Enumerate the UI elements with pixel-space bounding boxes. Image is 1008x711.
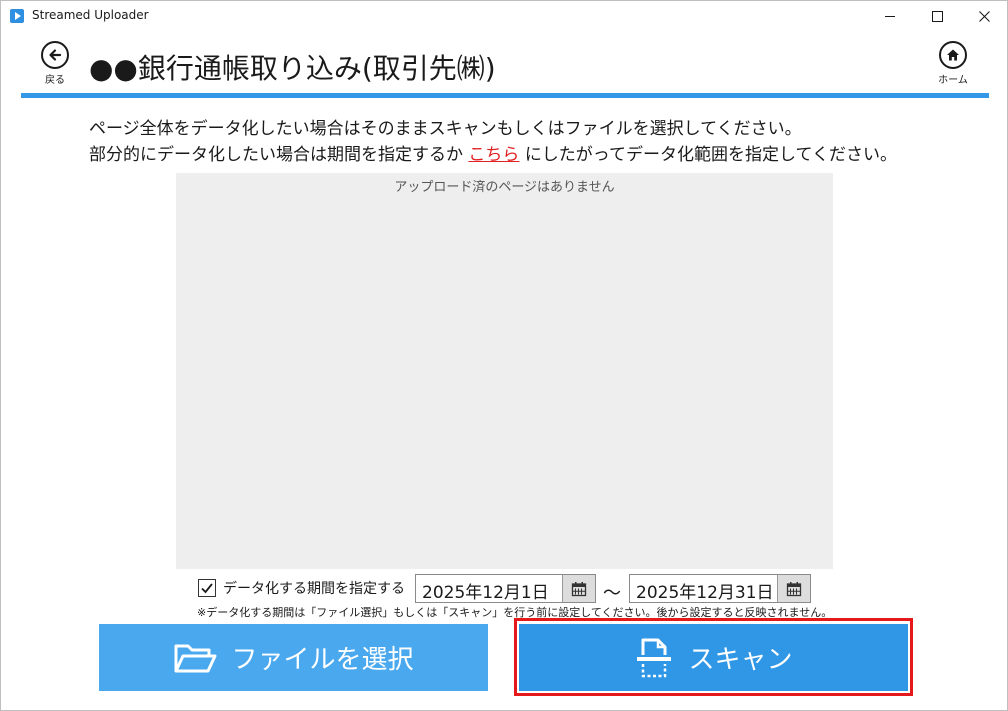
end-date-value[interactable]: 2025年12月31日	[636, 578, 774, 603]
date-range-separator: ～	[603, 583, 621, 604]
scanner-icon	[637, 638, 672, 677]
page-title: ●●銀行通帳取り込み(取引先㈱)	[89, 52, 496, 85]
close-button[interactable]	[961, 1, 1007, 31]
home-circle-icon	[939, 41, 967, 69]
app-window: Streamed Uploader 戻る ●●銀行通帳取り込み(取引先㈱) ホー…	[0, 0, 1008, 711]
instruction-text-after-link: にしたがってデータ化範囲を指定してください。	[524, 145, 897, 165]
instruction-line-1: ページ全体をデータ化したい場合はそのままスキャンもしくはファイルを選択してくださ…	[89, 119, 802, 139]
period-checkbox-label[interactable]: データ化する期間を指定する	[223, 578, 405, 598]
scan-button[interactable]: スキャン	[519, 624, 908, 691]
checkmark-icon	[201, 583, 213, 594]
start-date-value[interactable]: 2025年12月1日	[422, 578, 549, 603]
instruction-text-before-link: 部分的にデータ化したい場合は期間を指定するか	[89, 145, 463, 165]
app-logo-icon	[10, 9, 24, 23]
maximize-button[interactable]	[914, 1, 960, 31]
close-icon	[978, 10, 990, 22]
select-file-label: ファイルを選択	[231, 645, 414, 675]
select-file-button[interactable]: ファイルを選択	[99, 624, 488, 691]
scan-label: スキャン	[688, 645, 793, 675]
start-date-calendar-button[interactable]	[562, 575, 595, 602]
page-preview-area: アップロード済のページはありません	[176, 173, 833, 569]
title-divider	[21, 93, 989, 98]
app-title: Streamed Uploader	[32, 8, 149, 22]
title-bar[interactable]: Streamed Uploader	[1, 1, 1007, 31]
maximize-icon	[931, 10, 943, 22]
period-checkbox[interactable]	[198, 579, 216, 597]
calendar-icon	[571, 581, 587, 596]
range-guide-link[interactable]: こちら	[468, 145, 519, 165]
back-button[interactable]: 戻る	[37, 41, 73, 87]
back-label: 戻る	[45, 75, 65, 86]
home-button[interactable]: ホーム	[935, 41, 971, 87]
folder-open-icon	[174, 644, 217, 672]
end-date-picker[interactable]: 2025年12月31日	[629, 574, 811, 603]
arrow-left-circle-icon	[41, 41, 69, 69]
end-date-calendar-button[interactable]	[777, 575, 810, 602]
instruction-line-2: 部分的にデータ化したい場合は期間を指定するか こちら にしたがってデータ化範囲を…	[89, 140, 897, 165]
minimize-icon	[885, 15, 895, 17]
minimize-button[interactable]	[867, 1, 913, 31]
start-date-picker[interactable]: 2025年12月1日	[415, 574, 596, 603]
calendar-icon	[786, 581, 802, 596]
empty-preview-message: アップロード済のページはありません	[394, 180, 615, 195]
home-label: ホーム	[938, 75, 968, 86]
